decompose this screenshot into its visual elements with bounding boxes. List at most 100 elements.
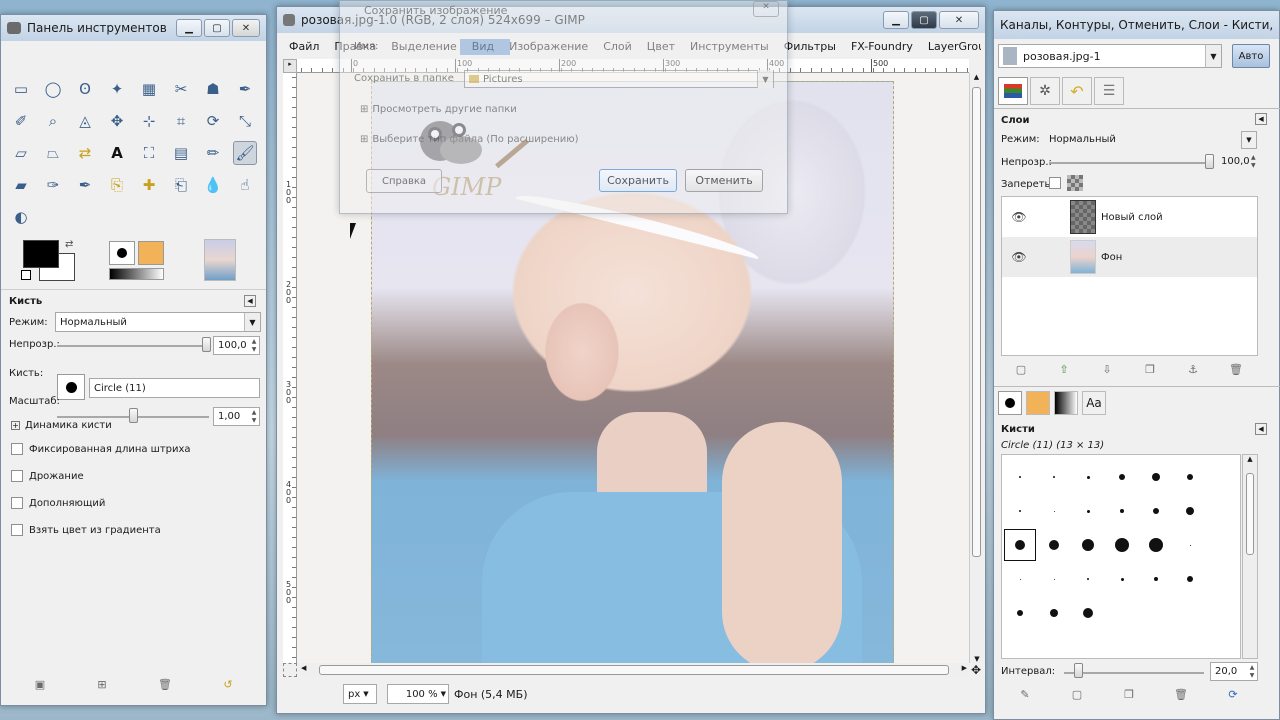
layer-opacity-spinbox[interactable]: 100,0 ▲ ▼ [1217,152,1257,171]
lock-pixels-checkbox[interactable] [1049,177,1061,189]
brush-item[interactable] [1038,495,1070,527]
scroll-up-icon[interactable]: ▲ [1243,455,1257,463]
airbrush-icon[interactable]: ✑ [41,173,65,197]
brush-item[interactable] [1038,597,1070,629]
auto-button[interactable]: Авто [1232,44,1270,68]
tab-patterns[interactable] [1026,391,1050,415]
lower-layer-icon[interactable]: ⇩ [1100,362,1114,376]
menu-item[interactable]: Фильтры [784,40,836,53]
layers-menu-icon[interactable]: ◀ [1255,113,1267,125]
brush-item[interactable] [1140,461,1172,493]
brush-item[interactable] [1174,529,1206,561]
brush-item[interactable] [1106,597,1138,629]
active-image-thumbnail[interactable] [204,239,236,281]
tool-option-checkbox-row[interactable]: Дополняющий [11,497,105,509]
horizontal-scrollbar[interactable]: ◀ ▶ [297,663,969,677]
folder-select[interactable]: Pictures ▼ [464,70,774,88]
brush-item[interactable] [1004,461,1036,493]
save-button[interactable]: Сохранить [599,169,677,192]
rect-select-icon[interactable]: ▭ [9,77,33,101]
edit-brush-icon[interactable]: ✎ [1018,687,1032,701]
raise-layer-icon[interactable]: ⇧ [1057,362,1071,376]
zoom-select[interactable]: 100 % ▼ [387,684,449,704]
brushes-grid[interactable] [1001,454,1241,659]
brush-select-button[interactable] [57,374,85,400]
color-select-icon[interactable]: ▦ [137,77,161,101]
measure-icon[interactable]: ◬ [73,109,97,133]
new-brush-icon[interactable]: ▢ [1070,687,1084,701]
perspective-clone-icon[interactable]: ⎗ [169,173,193,197]
align-icon[interactable]: ⊹ [137,109,161,133]
spin-arrows-icon[interactable]: ▲ ▼ [249,409,259,425]
tab-brushes[interactable] [998,391,1022,415]
delete-tool-options-icon[interactable]: 🗑 [158,677,172,691]
brush-item[interactable] [1106,563,1138,595]
eye-icon[interactable]: 👁 [1004,250,1034,264]
name-input[interactable] [460,39,510,55]
swap-colors-icon[interactable]: ⇄ [65,239,73,250]
vertical-scrollbar[interactable]: ▲ ▼ [969,73,983,663]
layer-mode-dropdown[interactable]: ▼ [1241,131,1257,149]
tool-option-checkbox-row[interactable]: Дрожание [11,470,84,482]
brush-item[interactable] [1072,461,1104,493]
move-icon[interactable]: ✥ [105,109,129,133]
brush-item[interactable] [1072,529,1104,561]
dynamics-expander[interactable]: + Динамика кисти [11,420,112,431]
brush-item[interactable] [1004,495,1036,527]
scroll-left-icon[interactable]: ◀ [301,664,306,672]
spin-arrows-icon[interactable]: ▲ ▼ [1247,664,1257,680]
brush-item[interactable] [1174,597,1206,629]
zoom-icon[interactable]: ⌕ [41,109,65,133]
opacity-spinbox[interactable]: 100,0 ▲ ▼ [213,336,260,355]
interval-spinbox[interactable]: 20,0 ▲ ▼ [1210,662,1258,681]
new-layer-icon[interactable]: ▢ [1014,362,1028,376]
brush-item[interactable] [1106,529,1138,561]
quick-mask-toggle[interactable] [283,663,297,677]
image-select[interactable]: розовая.jpg-1 ▼ [998,44,1222,68]
pattern-preview[interactable] [138,241,164,265]
interval-slider[interactable] [1064,672,1204,674]
brush-item[interactable] [1038,461,1070,493]
brushes-scroll-thumb[interactable] [1246,473,1254,555]
eye-icon[interactable]: 👁 [1004,210,1034,224]
tool-option-checkbox-row[interactable]: Фиксированная длина штриха [11,443,191,455]
blur-icon[interactable]: 💧 [201,173,225,197]
scale-icon[interactable]: ⤡ [233,109,257,133]
brush-item[interactable] [1004,597,1036,629]
spin-arrows-icon[interactable]: ▲ ▼ [1250,154,1257,170]
scissors-icon[interactable]: ✂ [169,77,193,101]
toolbox-titlebar[interactable]: Панель инструментов ▁ ▢ ✕ [1,15,266,41]
lasso-icon[interactable]: ʘ [73,77,97,101]
brush-preview[interactable] [109,241,135,265]
tab-undo[interactable]: ↶ [1062,77,1092,105]
brush-item[interactable] [1072,597,1104,629]
text-icon[interactable]: A [105,141,129,165]
brush-item[interactable] [1038,529,1070,561]
brush-item[interactable] [1106,495,1138,527]
tab-channels[interactable]: ✲ [1030,77,1060,105]
blend-icon[interactable]: ▤ [169,141,193,165]
paths-icon[interactable]: ✒ [233,77,257,101]
delete-brush-icon[interactable]: 🗑 [1174,687,1188,701]
brush-item[interactable] [1174,495,1206,527]
menu-item[interactable]: LayerGroups [928,40,981,53]
layer-mode-value[interactable]: Нормальный [1049,134,1116,145]
ellipse-select-icon[interactable]: ◯ [41,77,65,101]
layer-row[interactable]: 👁 Фон [1002,237,1257,277]
maximize-button[interactable]: ▢ [204,19,230,37]
scroll-right-icon[interactable]: ▶ [962,664,967,672]
tab-layers[interactable] [998,77,1028,105]
crop-icon[interactable]: ⌗ [169,109,193,133]
help-button[interactable]: Справка [366,169,442,193]
duplicate-layer-icon[interactable]: ❐ [1143,362,1157,376]
brush-item[interactable] [1072,495,1104,527]
flip-icon[interactable]: ⇄ [73,141,97,165]
brush-item[interactable] [1140,597,1172,629]
tab-paths[interactable]: ☰ [1094,77,1124,105]
anchor-layer-icon[interactable]: ⚓ [1186,362,1200,376]
opacity-slider-knob[interactable] [201,337,211,352]
lock-alpha-icon[interactable] [1067,175,1083,191]
smudge-icon[interactable]: ☝ [233,173,257,197]
scale-spinbox[interactable]: 1,00 ▲ ▼ [213,407,260,426]
bucket-fill-icon[interactable]: ⛶ [137,141,161,165]
